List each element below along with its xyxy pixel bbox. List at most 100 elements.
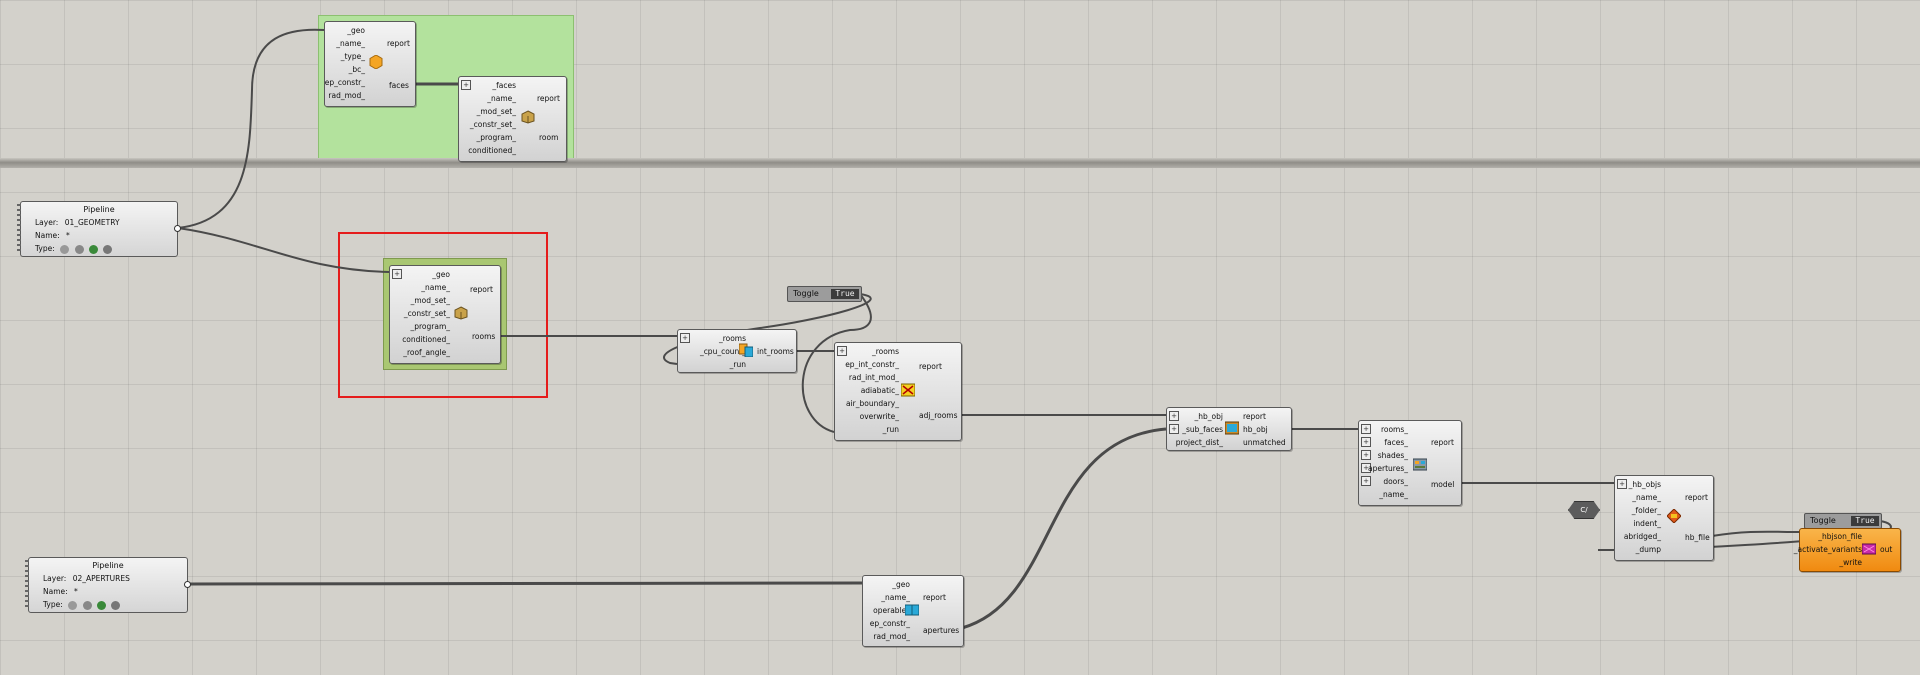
hb-add-subface-component[interactable]: + + _hb_obj _sub_faces project_dist_ rep… bbox=[1166, 407, 1292, 451]
output-room[interactable]: room bbox=[539, 133, 558, 142]
input-abridged[interactable]: abridged_ bbox=[1624, 532, 1661, 541]
output-report[interactable]: report bbox=[1431, 438, 1454, 447]
cf-param[interactable]: C/ bbox=[1568, 501, 1600, 519]
toggle-value[interactable]: True bbox=[831, 289, 859, 299]
add-input-icon[interactable]: + bbox=[1169, 411, 1179, 421]
input-hb-obj[interactable]: _hb_obj bbox=[1195, 412, 1223, 421]
input-geo[interactable]: _geo bbox=[432, 270, 450, 279]
input-constr-set[interactable]: _constr_set_ bbox=[470, 120, 516, 129]
pipeline-output-port[interactable] bbox=[174, 225, 181, 232]
toggle-run[interactable]: Toggle True bbox=[787, 286, 862, 302]
input-mod-set[interactable]: _mod_set_ bbox=[477, 107, 516, 116]
add-input-icon[interactable]: + bbox=[1361, 450, 1371, 460]
toggle-value[interactable]: True bbox=[1851, 516, 1879, 526]
add-input-icon[interactable]: + bbox=[1361, 476, 1371, 486]
add-input-icon[interactable]: + bbox=[1361, 437, 1371, 447]
input-dump[interactable]: _dump bbox=[1636, 545, 1661, 554]
input-type[interactable]: _type_ bbox=[341, 52, 365, 61]
add-input-icon[interactable]: + bbox=[1361, 424, 1371, 434]
input-activate-variants[interactable]: _activate_variants bbox=[1794, 545, 1862, 554]
add-input-icon[interactable]: + bbox=[1617, 479, 1627, 489]
input-doors[interactable]: doors_ bbox=[1383, 477, 1408, 486]
hb-face-component[interactable]: _geo _name_ _type_ _bc_ ep_constr_ rad_m… bbox=[324, 21, 416, 107]
hb-dump-objects-component[interactable]: + _hb_objs _name_ _folder_ indent_ abrid… bbox=[1614, 475, 1714, 561]
output-model[interactable]: model bbox=[1431, 480, 1454, 489]
add-input-icon[interactable]: + bbox=[461, 80, 471, 90]
input-faces[interactable]: _faces bbox=[492, 81, 516, 90]
hb-room-from-faces-component[interactable]: + _faces _name_ _mod_set_ _constr_set_ _… bbox=[458, 76, 567, 162]
add-input-icon[interactable]: + bbox=[680, 333, 690, 343]
add-input-icon[interactable]: + bbox=[837, 346, 847, 356]
output-hb-file[interactable]: hb_file bbox=[1685, 533, 1710, 542]
input-run[interactable]: _run bbox=[883, 425, 899, 434]
input-adiabatic[interactable]: adiabatic_ bbox=[861, 386, 899, 395]
hb-solve-adjacency-component[interactable]: + _rooms ep_int_constr_ rad_int_mod_ adi… bbox=[834, 342, 962, 441]
input-air-boundary[interactable]: air_boundary_ bbox=[846, 399, 899, 408]
toggle-write[interactable]: Toggle True bbox=[1804, 513, 1882, 529]
input-ep-constr[interactable]: ep_constr_ bbox=[325, 78, 365, 87]
input-folder[interactable]: _folder_ bbox=[1632, 506, 1661, 515]
input-rooms[interactable]: _rooms bbox=[872, 347, 899, 356]
output-int-rooms[interactable]: int_rooms bbox=[757, 347, 794, 356]
output-adj-rooms[interactable]: adj_rooms bbox=[919, 411, 958, 420]
input-name[interactable]: _name_ bbox=[421, 283, 450, 292]
output-report[interactable]: report bbox=[537, 94, 560, 103]
output-faces[interactable]: faces bbox=[389, 81, 409, 90]
output-report[interactable]: report bbox=[919, 362, 942, 371]
input-shades[interactable]: shades_ bbox=[1378, 451, 1408, 460]
input-ep-constr[interactable]: ep_constr_ bbox=[870, 619, 910, 628]
input-faces[interactable]: faces_ bbox=[1384, 438, 1408, 447]
input-roof-angle[interactable]: _roof_angle_ bbox=[403, 348, 450, 357]
input-program[interactable]: _program_ bbox=[476, 133, 516, 142]
input-conditioned[interactable]: conditioned_ bbox=[468, 146, 516, 155]
input-name[interactable]: _name_ bbox=[487, 94, 516, 103]
input-run[interactable]: _run bbox=[730, 360, 746, 369]
input-rad-int-mod[interactable]: rad_int_mod_ bbox=[849, 373, 899, 382]
input-name[interactable]: _name_ bbox=[336, 39, 365, 48]
input-indent[interactable]: indent_ bbox=[1633, 519, 1661, 528]
pipeline-apertures-component[interactable]: Pipeline Layer: 02_APERTURES Name: * Typ… bbox=[25, 557, 191, 613]
output-hb-obj[interactable]: hb_obj bbox=[1243, 425, 1268, 434]
input-rooms[interactable]: rooms_ bbox=[1381, 425, 1408, 434]
output-unmatched[interactable]: unmatched bbox=[1243, 438, 1286, 447]
input-write[interactable]: _write bbox=[1839, 558, 1862, 567]
output-report[interactable]: report bbox=[387, 39, 410, 48]
pipeline-output-port[interactable] bbox=[184, 581, 191, 588]
input-rooms[interactable]: _rooms bbox=[719, 334, 746, 343]
output-report[interactable]: report bbox=[1243, 412, 1266, 421]
hb-aperture-component[interactable]: _geo _name_ operable_ ep_constr_ rad_mod… bbox=[862, 575, 964, 647]
input-hbjson-file[interactable]: _hbjson_file bbox=[1818, 532, 1862, 541]
input-geo[interactable]: _geo bbox=[347, 26, 365, 35]
input-mod-set[interactable]: _mod_set_ bbox=[411, 296, 450, 305]
input-hb-objs[interactable]: _hb_objs bbox=[1629, 480, 1661, 489]
hbjson-writer-component[interactable]: _hbjson_file _activate_variants _write o… bbox=[1794, 528, 1901, 572]
input-rad-mod[interactable]: rad_mod_ bbox=[873, 632, 910, 641]
output-report[interactable]: report bbox=[1685, 493, 1708, 502]
input-name[interactable]: _name_ bbox=[881, 593, 910, 602]
pipeline-geometry-component[interactable]: Pipeline Layer: 01_GEOMETRY Name: * Type… bbox=[17, 201, 181, 257]
input-project-dist[interactable]: project_dist_ bbox=[1176, 438, 1223, 447]
output-report[interactable]: report bbox=[923, 593, 946, 602]
add-input-icon[interactable]: + bbox=[392, 269, 402, 279]
input-apertures[interactable]: apertures_ bbox=[1368, 464, 1408, 473]
add-input-icon[interactable]: + bbox=[1169, 424, 1179, 434]
output-apertures[interactable]: apertures bbox=[923, 626, 959, 635]
input-bc[interactable]: _bc_ bbox=[349, 65, 365, 74]
output-rooms[interactable]: rooms bbox=[472, 332, 495, 341]
input-sub-faces[interactable]: _sub_faces bbox=[1182, 425, 1223, 434]
input-conditioned[interactable]: conditioned_ bbox=[402, 335, 450, 344]
hb-model-component[interactable]: + + + + + rooms_ faces_ shades_ aperture… bbox=[1358, 420, 1462, 506]
input-overwrite[interactable]: overwrite_ bbox=[860, 412, 899, 421]
grasshopper-canvas[interactable]: Pipeline Layer: 01_GEOMETRY Name: * Type… bbox=[0, 0, 1920, 675]
input-geo[interactable]: _geo bbox=[892, 580, 910, 589]
hb-room-from-solid-component[interactable]: + _geo _name_ _mod_set_ _constr_set_ _pr… bbox=[389, 265, 501, 364]
input-name[interactable]: _name_ bbox=[1379, 490, 1408, 499]
output-out[interactable]: out bbox=[1880, 545, 1892, 554]
input-ep-int-constr[interactable]: ep_int_constr_ bbox=[845, 360, 899, 369]
input-constr-set[interactable]: _constr_set_ bbox=[404, 309, 450, 318]
input-name[interactable]: _name_ bbox=[1632, 493, 1661, 502]
input-rad-mod[interactable]: rad_mod_ bbox=[328, 91, 365, 100]
input-program[interactable]: _program_ bbox=[410, 322, 450, 331]
hb-intersect-rooms-component[interactable]: + _rooms _cpu_count_ _run int_rooms bbox=[677, 329, 797, 373]
output-report[interactable]: report bbox=[470, 285, 493, 294]
